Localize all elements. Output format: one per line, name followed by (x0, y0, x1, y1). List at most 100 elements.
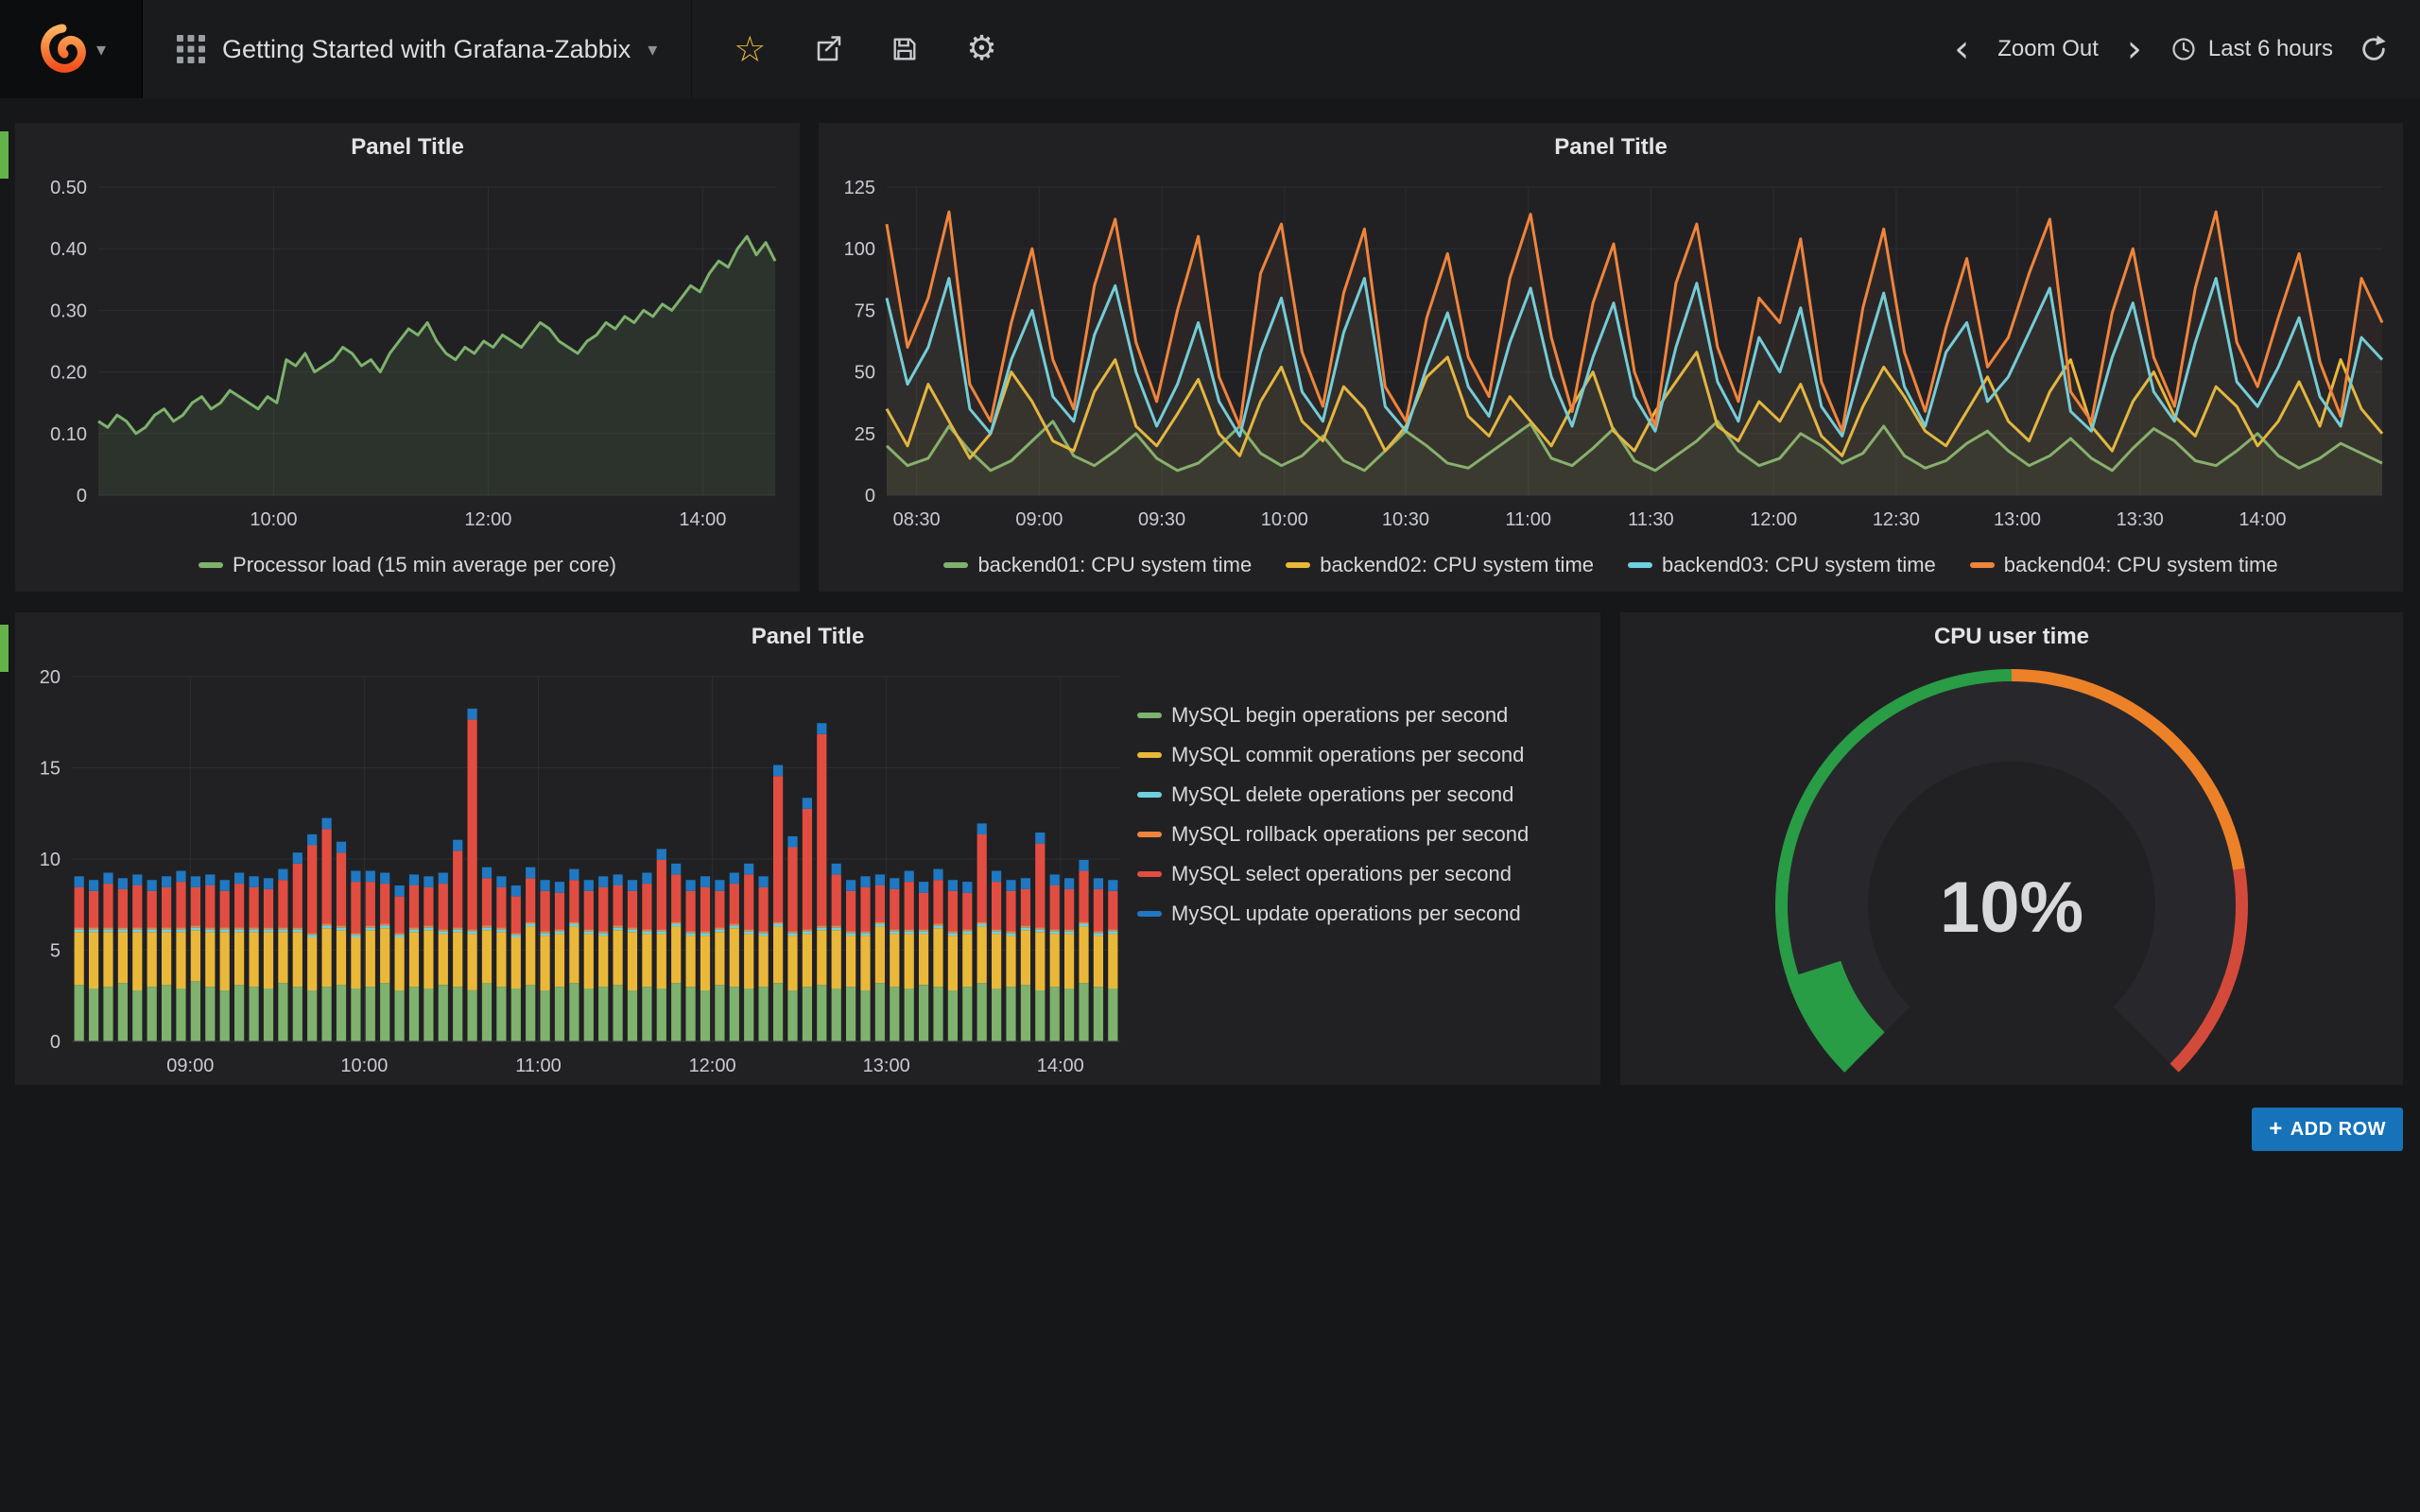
zoom-out-button[interactable]: Zoom Out (1997, 36, 2099, 62)
legend-item[interactable]: MySQL commit operations per second (1137, 743, 1524, 767)
svg-text:12:00: 12:00 (464, 509, 511, 530)
svg-text:08:30: 08:30 (893, 509, 941, 530)
time-range-picker[interactable]: Last 6 hours (2170, 36, 2333, 62)
add-row-button[interactable]: + ADD ROW (2252, 1108, 2403, 1151)
svg-text:5: 5 (50, 941, 60, 962)
svg-text:10%: 10% (1940, 868, 2083, 948)
grafana-main-menu[interactable]: ▾ (0, 0, 143, 98)
share-icon (813, 34, 843, 64)
svg-text:14:00: 14:00 (2238, 509, 2286, 530)
row-menu-handle[interactable] (0, 625, 9, 672)
share-dashboard-button[interactable] (813, 34, 843, 64)
time-range-label: Last 6 hours (2208, 36, 2333, 62)
refresh-icon (2360, 35, 2388, 63)
add-row-label: ADD ROW (2290, 1119, 2386, 1141)
panel-title[interactable]: Panel Title (15, 612, 1600, 662)
svg-text:0: 0 (50, 1032, 60, 1053)
chevron-right-icon: › (2125, 30, 2144, 68)
cpu-user-time-gauge: 10% (1620, 662, 2403, 1077)
svg-text:10:00: 10:00 (1261, 509, 1308, 530)
save-icon (890, 35, 919, 63)
legend-item[interactable]: backend02: CPU system time (1286, 553, 1594, 577)
svg-text:100: 100 (844, 239, 875, 260)
svg-text:0: 0 (865, 486, 875, 507)
refresh-button[interactable] (2360, 35, 2388, 63)
svg-text:75: 75 (855, 301, 875, 321)
row-menu-handle[interactable] (0, 131, 9, 179)
time-shift-back-button[interactable]: ‹ (1952, 30, 1971, 68)
svg-text:09:00: 09:00 (1015, 509, 1063, 530)
svg-text:11:30: 11:30 (1628, 509, 1674, 530)
navbar-spacer (1039, 0, 1953, 98)
svg-text:13:00: 13:00 (863, 1056, 910, 1076)
panel-cpu-user-time: CPU user time 10% (1620, 612, 2403, 1085)
dashboard-title: Getting Started with Grafana-Zabbix (222, 35, 631, 64)
legend-label: backend04: CPU system time (2004, 553, 2278, 577)
panel-cpu-system-time: Panel Title 025507510012508:3009:0009:30… (819, 123, 2403, 592)
time-shift-forward-button[interactable]: › (2125, 30, 2144, 68)
legend-item[interactable]: MySQL update operations per second (1137, 902, 1521, 926)
time-controls: ‹ Zoom Out › Last 6 hours (1952, 0, 2420, 98)
star-dashboard-button[interactable]: ☆ (734, 31, 766, 67)
svg-text:14:00: 14:00 (679, 509, 726, 530)
save-dashboard-button[interactable] (890, 35, 919, 63)
legend-color-mark (1286, 562, 1310, 568)
legend-color-mark (1137, 713, 1162, 718)
legend-color-mark (943, 562, 968, 568)
dashboard-title-dropdown[interactable]: Getting Started with Grafana-Zabbix ▾ (143, 0, 692, 98)
legend-item[interactable]: MySQL delete operations per second (1137, 782, 1513, 807)
svg-text:12:00: 12:00 (689, 1056, 736, 1076)
legend-label: Processor load (15 min average per core) (233, 553, 616, 577)
mysql-operations-bar-chart[interactable]: 0510152009:0010:0011:0012:0013:0014:00 (15, 662, 1137, 1085)
dashboard-grid-icon (177, 35, 205, 63)
legend-color-mark (1137, 871, 1162, 877)
zoom-out-label: Zoom Out (1997, 36, 2099, 62)
navbar: ▾ Getting Started with Grafana-Zabbix ▾ … (0, 0, 2420, 98)
chevron-left-icon: ‹ (1952, 30, 1971, 68)
panel-title[interactable]: Panel Title (819, 123, 2403, 172)
legend-label: MySQL commit operations per second (1171, 743, 1524, 767)
legend-color-mark (1137, 832, 1162, 837)
svg-text:11:00: 11:00 (515, 1056, 562, 1076)
legend-item[interactable]: backend01: CPU system time (943, 553, 1252, 577)
legend-item[interactable]: MySQL rollback operations per second (1137, 822, 1529, 847)
svg-text:14:00: 14:00 (1037, 1056, 1084, 1076)
legend-label: MySQL rollback operations per second (1171, 822, 1529, 847)
svg-text:15: 15 (40, 759, 60, 780)
legend-label: backend02: CPU system time (1320, 553, 1594, 577)
svg-text:10:30: 10:30 (1382, 509, 1429, 530)
panel-title[interactable]: CPU user time (1620, 612, 2403, 662)
svg-text:10:00: 10:00 (340, 1056, 388, 1076)
dashboard-actions: ☆ ⚙ (692, 0, 1038, 98)
legend-item[interactable]: MySQL select operations per second (1137, 862, 1512, 886)
clock-icon (2170, 36, 2197, 62)
legend-label: backend01: CPU system time (977, 553, 1252, 577)
legend-item[interactable]: backend03: CPU system time (1628, 553, 1936, 577)
legend-label: MySQL update operations per second (1171, 902, 1521, 926)
chart-legend: Processor load (15 min average per core) (15, 539, 800, 592)
panel-processor-load: Panel Title 00.100.200.300.400.5010:0012… (15, 123, 800, 592)
legend-color-mark (1137, 911, 1162, 917)
legend-item[interactable]: Processor load (15 min average per core) (199, 553, 616, 577)
caret-down-icon: ▾ (648, 40, 657, 59)
legend-label: backend03: CPU system time (1662, 553, 1936, 577)
cpu-system-time-line-chart[interactable]: 025507510012508:3009:0009:3010:0010:3011… (819, 172, 2403, 539)
svg-text:125: 125 (844, 178, 875, 198)
legend-color-mark (1137, 792, 1162, 798)
svg-text:20: 20 (40, 667, 60, 688)
dashboard-settings-button[interactable]: ⚙ (966, 32, 996, 66)
svg-text:0.30: 0.30 (50, 301, 87, 321)
panel-title[interactable]: Panel Title (15, 123, 800, 172)
svg-text:09:00: 09:00 (166, 1056, 214, 1076)
panel-mysql-operations: Panel Title 0510152009:0010:0011:0012:00… (15, 612, 1600, 1085)
chart-legend: backend01: CPU system time backend02: CPU… (819, 539, 2403, 592)
legend-item[interactable]: backend04: CPU system time (1970, 553, 2278, 577)
processor-load-line-chart[interactable]: 00.100.200.300.400.5010:0012:0014:00 (15, 172, 800, 539)
gear-icon: ⚙ (966, 32, 996, 66)
legend-item[interactable]: MySQL begin operations per second (1137, 703, 1508, 728)
legend-color-mark (1628, 562, 1652, 568)
grafana-logo-icon (36, 23, 89, 76)
svg-text:13:30: 13:30 (2117, 509, 2164, 530)
svg-text:0.20: 0.20 (50, 363, 87, 384)
legend-label: MySQL begin operations per second (1171, 703, 1508, 728)
